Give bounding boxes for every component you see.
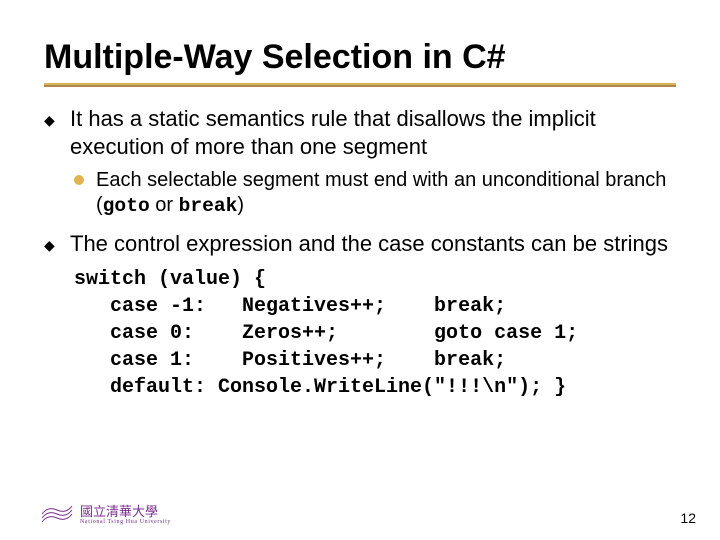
code-break: break bbox=[179, 195, 238, 217]
sub-bullet-text-mid: or bbox=[150, 194, 179, 216]
title-underline bbox=[44, 83, 676, 87]
sub-bullet-text-post: ) bbox=[237, 194, 244, 216]
diamond-icon: ◆ bbox=[44, 237, 55, 255]
footer: 國立清華大學 National Tsing Hua University 12 bbox=[40, 504, 696, 526]
logo-text: 國立清華大學 National Tsing Hua University bbox=[80, 505, 171, 525]
dot-icon bbox=[74, 175, 84, 185]
diamond-icon: ◆ bbox=[44, 112, 55, 130]
bullet-item-1: ◆ It has a static semantics rule that di… bbox=[44, 105, 676, 160]
university-name-zh: 國立清華大學 bbox=[80, 504, 158, 519]
code-goto: goto bbox=[103, 195, 150, 217]
bullet-item-2: ◆ The control expression and the case co… bbox=[44, 230, 676, 258]
page-number: 12 bbox=[680, 510, 696, 526]
bullet-text: The control expression and the case cons… bbox=[70, 231, 668, 256]
code-block: switch (value) { case -1: Negatives++; b… bbox=[74, 266, 676, 401]
slide: Multiple-Way Selection in C# ◆ It has a … bbox=[0, 0, 720, 540]
university-name-en: National Tsing Hua University bbox=[80, 519, 171, 525]
slide-title: Multiple-Way Selection in C# bbox=[44, 38, 676, 77]
bullet-text: It has a static semantics rule that disa… bbox=[70, 106, 596, 159]
logo-mark-icon bbox=[40, 504, 74, 526]
university-logo: 國立清華大學 National Tsing Hua University bbox=[40, 504, 171, 526]
bullet-list: ◆ It has a static semantics rule that di… bbox=[44, 105, 676, 401]
sub-bullet-item-1: Each selectable segment must end with an… bbox=[44, 168, 676, 218]
